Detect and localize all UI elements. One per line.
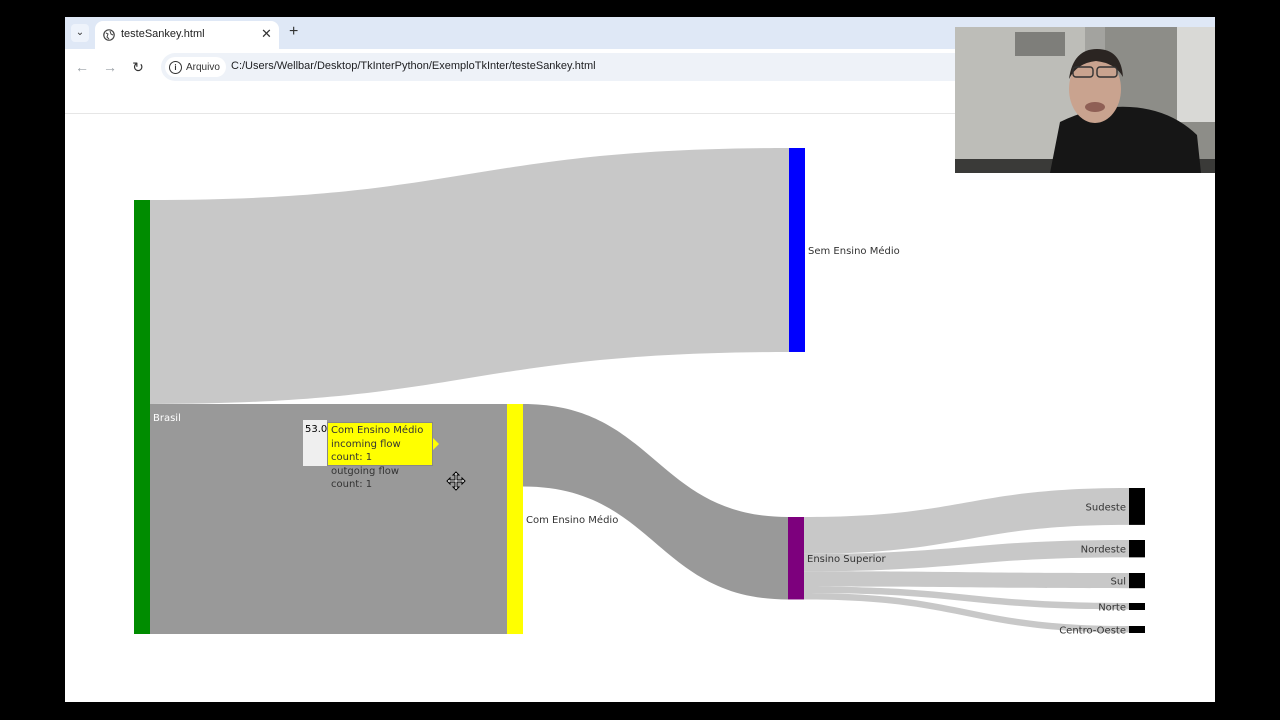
tooltip-value: 53.0 bbox=[303, 420, 327, 466]
sankey-link-brasil-sem_ensino_medio[interactable] bbox=[150, 148, 789, 404]
tooltip-arrow bbox=[433, 438, 439, 450]
sankey-node-sem_ensino_medio[interactable] bbox=[789, 148, 805, 352]
sankey-label-norte: Norte bbox=[1098, 603, 1126, 614]
tooltip-node-name: Com Ensino Médio bbox=[331, 425, 424, 436]
move-cursor-icon bbox=[446, 471, 466, 491]
sankey-node-centro_oeste[interactable] bbox=[1129, 626, 1145, 633]
sankey-node-brasil[interactable] bbox=[134, 200, 150, 634]
sankey-link-ensino_superior-sul[interactable] bbox=[804, 571, 1129, 589]
sankey-node-sul[interactable] bbox=[1129, 573, 1145, 589]
sankey-label-com_ensino_medio: Com Ensino Médio bbox=[526, 514, 618, 526]
tooltip-outgoing: outgoing flow count: 1 bbox=[331, 465, 400, 491]
sankey-links bbox=[150, 148, 1129, 635]
tooltip-incoming: incoming flow count: 1 bbox=[331, 438, 401, 464]
sankey-link-com_ensino_medio-ensino_superior[interactable] bbox=[523, 404, 788, 600]
sankey-label-sem_ensino_medio: Sem Ensino Médio bbox=[808, 245, 900, 257]
sankey-label-ensino_superior: Ensino Superior bbox=[807, 554, 886, 565]
sankey-node-com_ensino_medio[interactable] bbox=[507, 404, 523, 635]
tooltip-content: Com Ensino Médio incoming flow count: 1 … bbox=[327, 422, 433, 490]
sankey-node-nordeste[interactable] bbox=[1129, 540, 1145, 558]
sankey-label-brasil: Brasil bbox=[153, 413, 181, 424]
sankey-label-centro_oeste: Centro-Oeste bbox=[1059, 626, 1126, 637]
sankey-node-norte[interactable] bbox=[1129, 603, 1145, 610]
presenter-video-icon bbox=[955, 27, 1215, 173]
webcam-overlay bbox=[955, 27, 1215, 173]
sankey-node-ensino_superior[interactable] bbox=[788, 517, 804, 600]
sankey-label-nordeste: Nordeste bbox=[1081, 545, 1126, 556]
sankey-label-sul: Sul bbox=[1111, 577, 1126, 588]
sankey-label-sudeste: Sudeste bbox=[1086, 502, 1126, 513]
sankey-node-sudeste[interactable] bbox=[1129, 488, 1145, 525]
